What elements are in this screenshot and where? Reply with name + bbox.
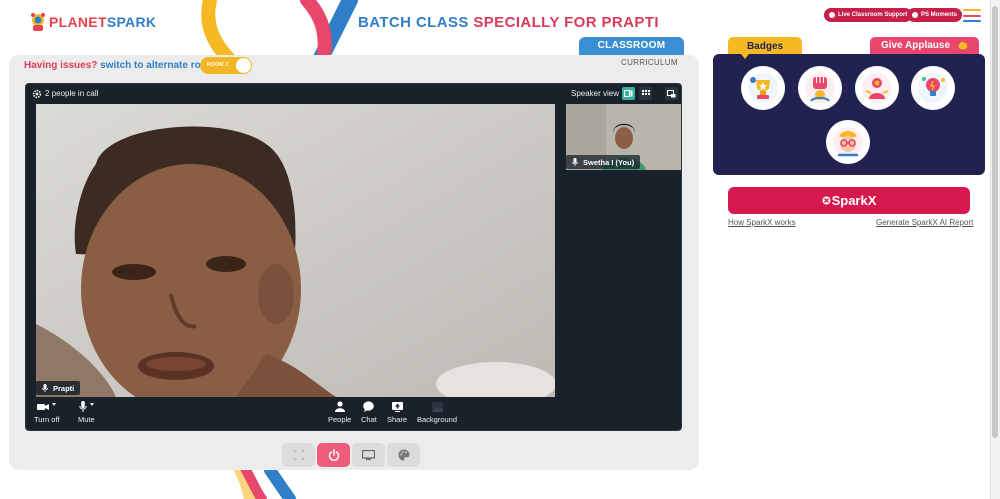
- room-toggle-label: ROOM 2: [207, 62, 229, 68]
- share-label: Share: [387, 415, 408, 424]
- chat-button[interactable]: Chat: [361, 401, 377, 424]
- support-label: Live Classroom Support: [838, 12, 908, 18]
- page-title: BATCH CLASS SPECIALLY FOR PRAPTI: [358, 14, 659, 31]
- main-speaker-video: [36, 104, 555, 397]
- generate-report-link[interactable]: Generate SparkX AI Report: [876, 218, 973, 227]
- ps-moments-button[interactable]: PS Moments: [907, 8, 963, 22]
- palette-icon: [398, 449, 409, 461]
- call-top-bar: 2 people in call Speaker view: [26, 84, 681, 104]
- moments-label: PS Moments: [921, 12, 958, 18]
- class-control-buttons: [282, 443, 420, 467]
- end-class-button[interactable]: [317, 443, 350, 467]
- page-title-batch: BATCH CLASS: [358, 14, 469, 31]
- logo-text: PLANETSPARK: [49, 14, 156, 30]
- pip-icon: [667, 89, 676, 97]
- background-button[interactable]: Background: [417, 401, 457, 424]
- logo-text-spark: SPARK: [106, 14, 157, 30]
- hamburger-line-1: [963, 9, 981, 11]
- video-call-frame: 2 people in call Speaker view Prapti Swe…: [25, 83, 682, 431]
- sparkx-logo-icon: [822, 196, 831, 205]
- grid-view-button[interactable]: [639, 87, 652, 100]
- page-scrollbar[interactable]: [990, 0, 1000, 499]
- badge-glasses[interactable]: [826, 120, 870, 164]
- background-icon: [431, 401, 443, 412]
- menu-hamburger-icon[interactable]: [963, 9, 981, 22]
- badge-trophy[interactable]: [741, 66, 785, 110]
- badge-star-hero[interactable]: [855, 66, 899, 110]
- camera-toggle-button[interactable]: Turn off: [34, 401, 59, 424]
- theme-button[interactable]: [387, 443, 420, 467]
- hamburger-line-2: [963, 14, 981, 17]
- grid-layout-icon: [641, 90, 650, 95]
- call-controls-bar: Turn off Mute People Chat Share Backgrou…: [26, 397, 681, 430]
- camera-options-chevron-icon[interactable]: [52, 402, 57, 406]
- alternate-room-notice: Having issues? switch to alternate room: [24, 60, 216, 71]
- mute-label: Mute: [78, 415, 95, 424]
- people-button[interactable]: People: [328, 401, 351, 424]
- gear-icon[interactable]: [32, 89, 42, 99]
- people-icon: [334, 401, 345, 412]
- moments-icon: [912, 12, 918, 18]
- room-toggle-knob: [236, 58, 251, 73]
- how-sparkx-works-link[interactable]: How SparkX works: [728, 218, 796, 227]
- room-toggle[interactable]: ROOM 2: [200, 57, 252, 74]
- people-count: 2 people in call: [45, 89, 99, 98]
- mic-icon: [572, 158, 578, 166]
- main-participant-name: Prapti: [53, 383, 75, 393]
- people-label: People: [328, 415, 352, 424]
- support-icon: [829, 12, 835, 18]
- trophy-badge-icon: [748, 73, 778, 103]
- power-icon: [328, 449, 339, 461]
- fullscreen-icon: [293, 450, 304, 460]
- scrollbar-thumb[interactable]: [992, 6, 998, 438]
- picture-in-picture-button[interactable]: [665, 87, 678, 100]
- screen-button[interactable]: [352, 443, 385, 467]
- speaker-view-label: Speaker view: [571, 89, 620, 98]
- planetspark-mascot-icon: [31, 13, 45, 31]
- glasses-badge-icon: [833, 127, 863, 157]
- tab-classroom[interactable]: CLASSROOM: [579, 37, 684, 55]
- switch-room-link[interactable]: switch to alternate room: [100, 60, 216, 71]
- idea-badge-icon: [918, 73, 948, 103]
- sparkx-label: SparkX: [831, 193, 877, 208]
- chat-label: Chat: [361, 415, 377, 424]
- chat-icon: [363, 401, 375, 412]
- background-label: Background: [417, 415, 458, 424]
- mute-button[interactable]: Mute: [78, 401, 95, 424]
- give-applause-button[interactable]: Give Applause: [870, 37, 979, 54]
- monitor-icon: [362, 450, 375, 460]
- camera-label: Turn off: [34, 415, 60, 424]
- hamburger-line-3: [963, 20, 981, 22]
- speaker-video-frame: [36, 104, 555, 397]
- mic-icon: [42, 384, 48, 392]
- fist-badge-icon: [805, 73, 835, 103]
- self-participant-name: Swetha I (You): [583, 157, 635, 167]
- fullscreen-button[interactable]: [282, 443, 315, 467]
- tab-curriculum[interactable]: CURRICULUM: [621, 58, 678, 67]
- issues-text: Having issues?: [24, 60, 98, 71]
- self-participant-tag: Swetha I (You): [566, 155, 641, 169]
- badge-bulb[interactable]: [911, 66, 955, 110]
- mic-options-chevron-icon[interactable]: [89, 402, 94, 406]
- clap-icon: [958, 41, 968, 50]
- speaker-view-button[interactable]: [622, 87, 635, 100]
- badge-fist[interactable]: [798, 66, 842, 110]
- hero-badge-icon: [862, 73, 892, 103]
- share-screen-icon: [391, 401, 403, 412]
- badges-tab-pointer: [741, 54, 749, 59]
- live-classroom-support-button[interactable]: Live Classroom Support: [824, 8, 913, 22]
- page-title-student: SPECIALLY FOR PRAPTI: [473, 14, 659, 31]
- share-button[interactable]: Share: [387, 401, 407, 424]
- sparkx-button[interactable]: SparkX: [728, 187, 970, 214]
- camera-icon: [37, 403, 50, 410]
- main-participant-tag: Prapti: [36, 381, 81, 395]
- planetspark-logo[interactable]: PLANETSPARK: [30, 12, 156, 32]
- logo-text-planet: PLANET: [49, 14, 107, 30]
- microphone-icon: [79, 401, 87, 412]
- speaker-layout-icon: [624, 90, 633, 97]
- applause-label: Give Applause: [880, 40, 951, 51]
